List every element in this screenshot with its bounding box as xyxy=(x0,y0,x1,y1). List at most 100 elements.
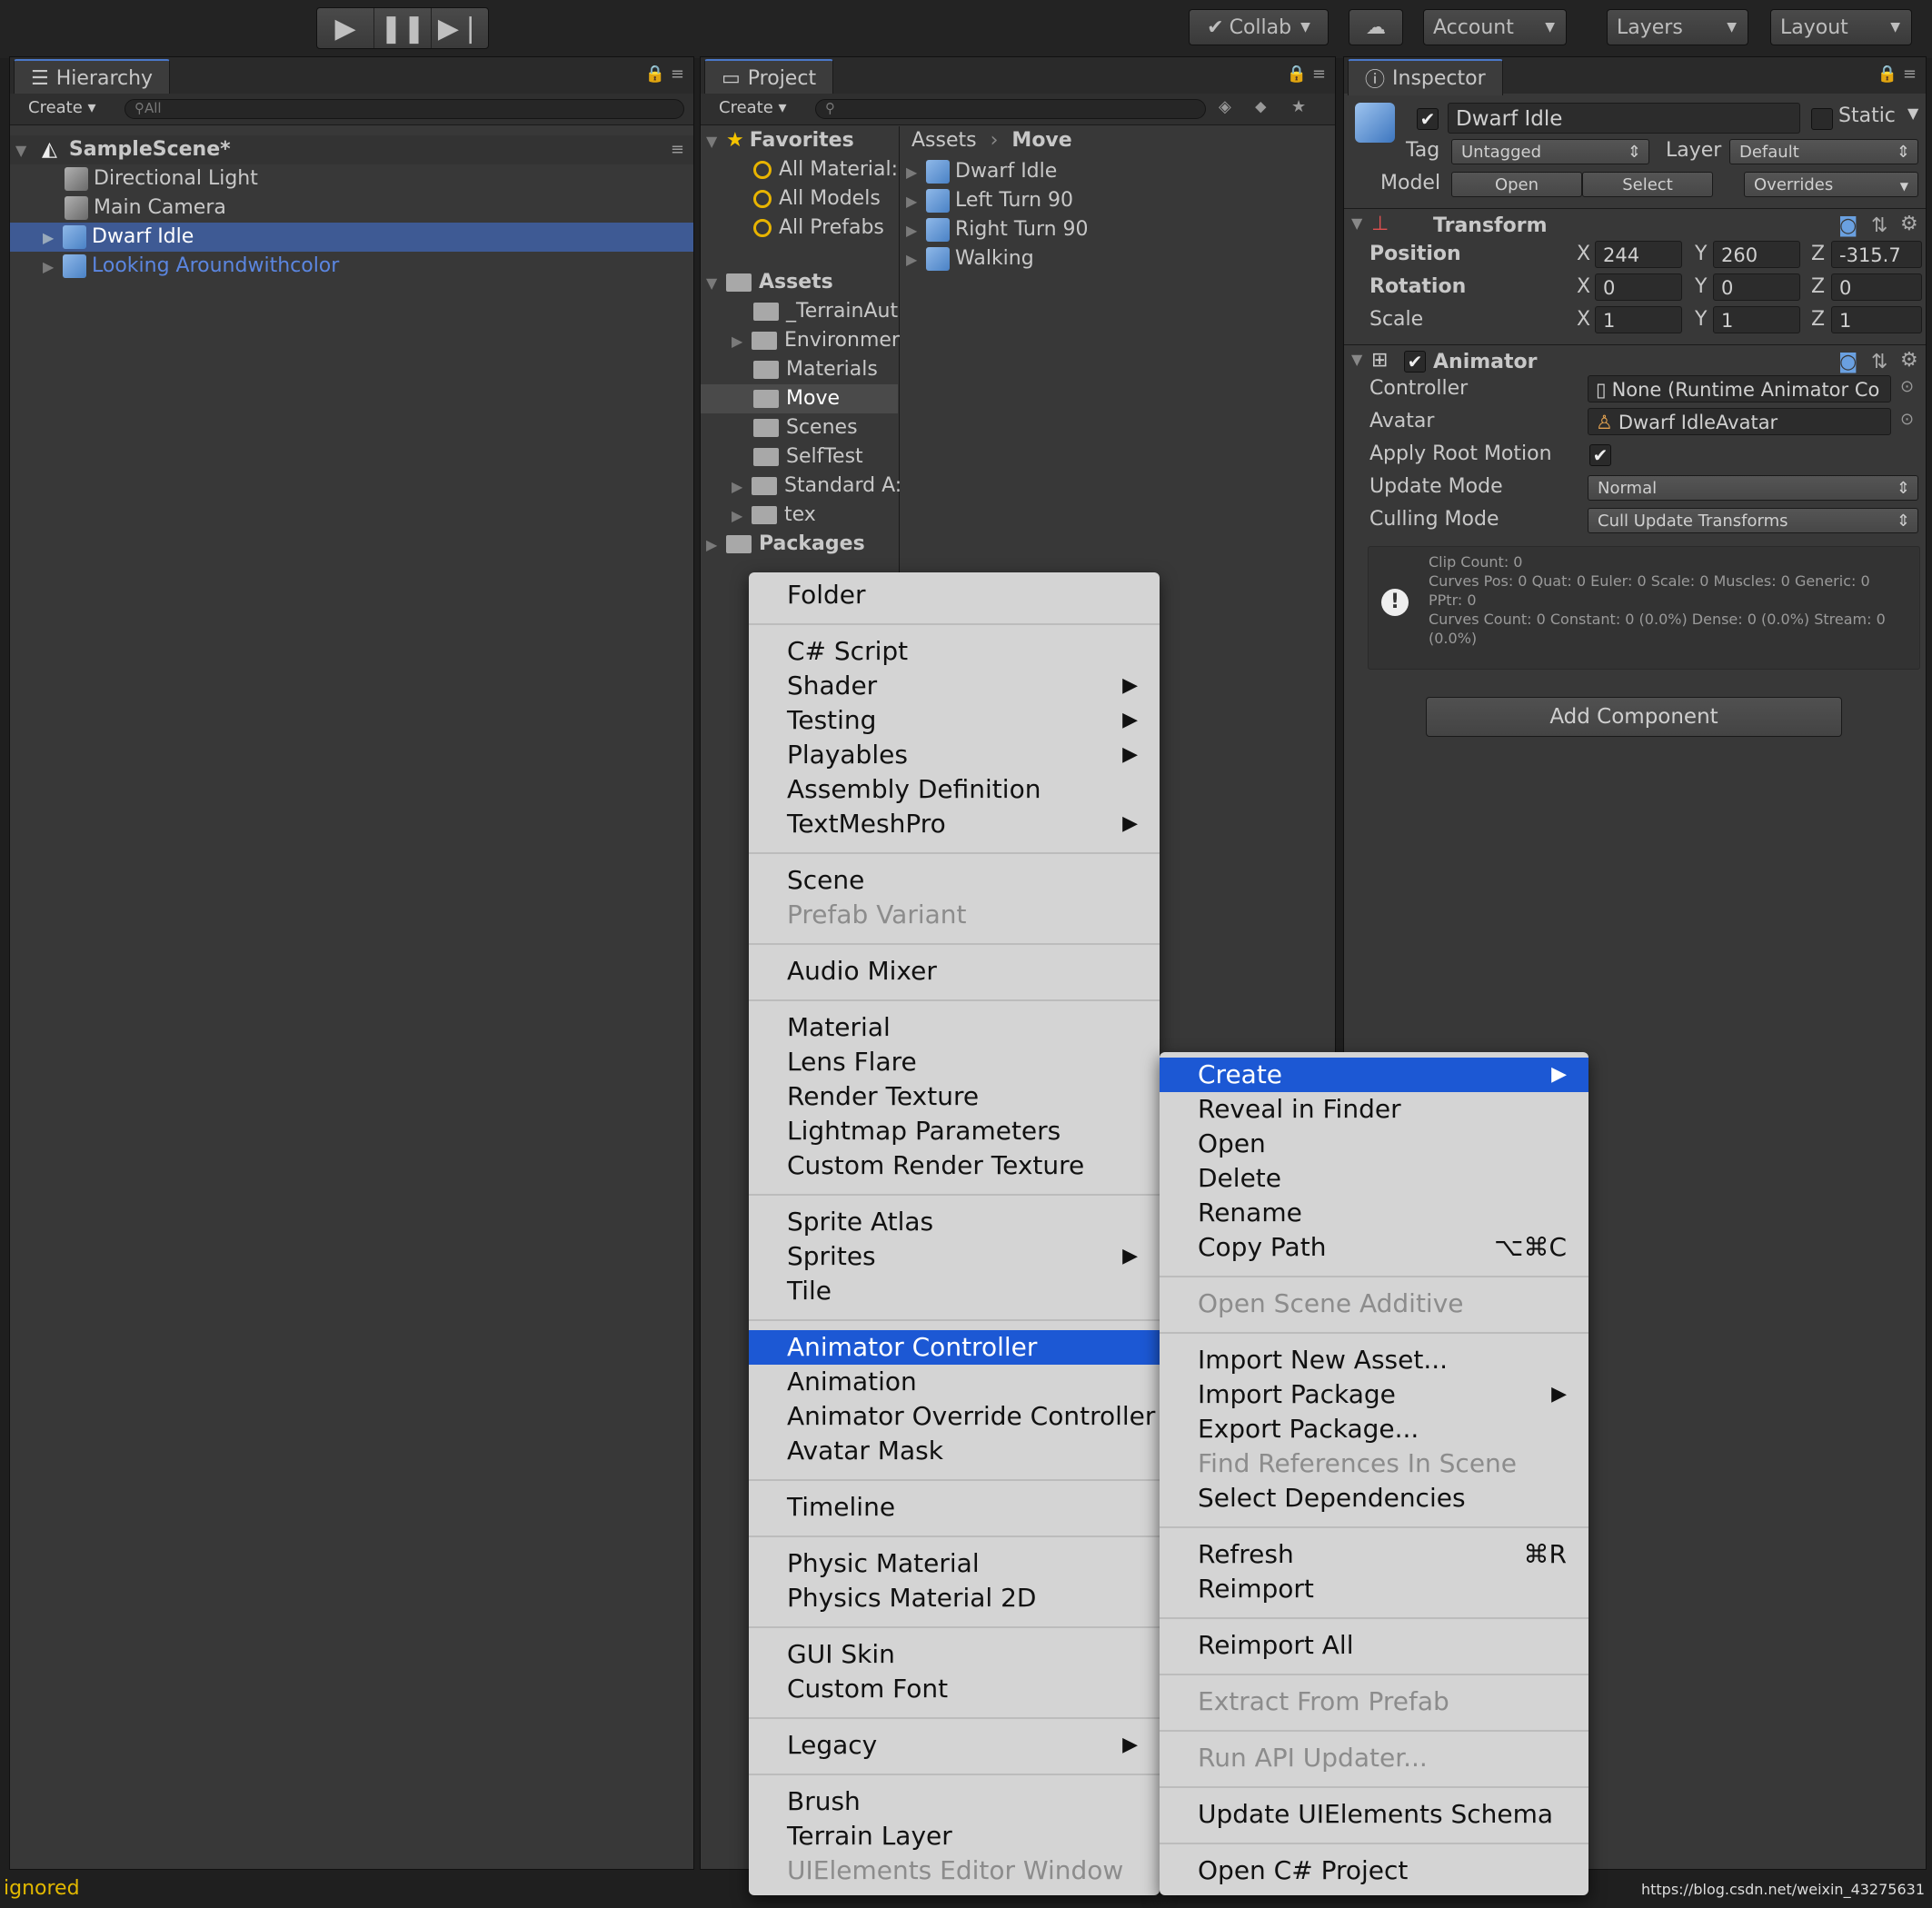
folder-item[interactable]: ▶ tex xyxy=(732,501,816,530)
account-dropdown[interactable]: Account ▼ xyxy=(1423,9,1567,45)
menu-item-sprite-atlas[interactable]: Sprite Atlas xyxy=(749,1205,1160,1239)
menu-item-testing[interactable]: Testing ▶ xyxy=(749,703,1160,738)
pause-icon[interactable]: ❚❚ xyxy=(374,8,432,48)
menu-item-rename[interactable]: Rename xyxy=(1160,1196,1588,1230)
collab-button[interactable]: ✔ Collab ▼ xyxy=(1189,9,1329,45)
update-mode-dropdown[interactable]: Normal ⇕ xyxy=(1588,475,1918,501)
controller-field[interactable]: ▯ None (Runtime Animator Co xyxy=(1588,375,1891,402)
menu-item-assembly-definition[interactable]: Assembly Definition xyxy=(749,772,1160,807)
menu-item-shader[interactable]: Shader ▶ xyxy=(749,669,1160,703)
panel-menu-icon[interactable]: 🔒 ≡ xyxy=(645,65,684,84)
menu-item-playables[interactable]: Playables ▶ xyxy=(749,738,1160,772)
folder-item[interactable]: _TerrainAut xyxy=(753,297,898,326)
overrides-dropdown[interactable]: Overrides ▼ xyxy=(1744,172,1918,197)
menu-item-audio-mixer[interactable]: Audio Mixer xyxy=(749,954,1160,989)
folder-item[interactable]: ▶ Standard A: xyxy=(732,472,901,501)
menu-item-delete[interactable]: Delete xyxy=(1160,1161,1588,1196)
static-checkbox[interactable] xyxy=(1811,108,1833,130)
transform-header[interactable]: ▼ ⊥ Transform ◙ ⇅ ⚙ xyxy=(1344,208,1926,243)
menu-item-create[interactable]: Create ▶ xyxy=(1160,1058,1588,1092)
expand-triangle-icon[interactable]: ▶ xyxy=(906,216,926,245)
folder-item[interactable]: Materials xyxy=(753,355,878,384)
menu-item-reimport[interactable]: Reimport xyxy=(1160,1572,1588,1606)
menu-item-reveal-in-finder[interactable]: Reveal in Finder xyxy=(1160,1092,1588,1127)
menu-item-select-dependencies[interactable]: Select Dependencies xyxy=(1160,1481,1588,1515)
tag-dropdown[interactable]: Untagged ⇕ xyxy=(1451,139,1649,164)
position-x-field[interactable]: 244 xyxy=(1595,241,1682,268)
expand-triangle-icon[interactable]: ▼ xyxy=(706,127,726,156)
object-picker-icon[interactable]: ⊙ xyxy=(1900,377,1914,396)
object-name-field[interactable]: Dwarf Idle xyxy=(1448,103,1800,134)
expand-triangle-icon[interactable]: ▼ xyxy=(15,136,35,165)
menu-item-reimport-all[interactable]: Reimport All xyxy=(1160,1628,1588,1663)
preset-icon[interactable]: ⇅ xyxy=(1871,214,1887,237)
position-z-field[interactable]: -315.7 xyxy=(1831,241,1922,268)
active-checkbox[interactable]: ✔ xyxy=(1417,108,1439,130)
panel-menu-icon[interactable]: 🔒 ≡ xyxy=(1877,65,1917,84)
tab-hierarchy[interactable]: ☰ Hierarchy xyxy=(14,59,171,95)
step-icon[interactable]: ▶❘ xyxy=(432,8,488,48)
menu-item-refresh[interactable]: Refresh ⌘R xyxy=(1160,1537,1588,1572)
culling-mode-dropdown[interactable]: Cull Update Transforms ⇕ xyxy=(1588,508,1918,533)
menu-item-import-new-asset[interactable]: Import New Asset... xyxy=(1160,1343,1588,1377)
help-icon[interactable]: ◙ xyxy=(1838,214,1857,237)
rotation-z-field[interactable]: 0 xyxy=(1831,273,1922,301)
hierarchy-item-selected[interactable]: ▶ Dwarf Idle xyxy=(10,223,693,252)
model-select-button[interactable]: Select xyxy=(1582,172,1713,197)
panel-menu-icon[interactable]: 🔒 ≡ xyxy=(1287,65,1326,84)
expand-triangle-icon[interactable]: ▶ xyxy=(906,245,926,274)
menu-item-open-csharp-project[interactable]: Open C# Project xyxy=(1160,1853,1588,1888)
favorite-item[interactable]: All Material: xyxy=(753,155,898,184)
folder-item-selected[interactable]: Move xyxy=(701,384,898,413)
expand-triangle-icon[interactable]: ▶ xyxy=(906,158,926,187)
apply-root-motion-checkbox[interactable]: ✔ xyxy=(1589,444,1611,466)
menu-item-avatar-mask[interactable]: Avatar Mask xyxy=(749,1434,1160,1468)
menu-item-animator-controller[interactable]: Animator Controller xyxy=(749,1330,1160,1365)
asset-item[interactable]: ▶ Right Turn 90 xyxy=(906,215,1089,244)
menu-item-terrain-layer[interactable]: Terrain Layer xyxy=(749,1819,1160,1853)
preset-icon[interactable]: ⇅ xyxy=(1871,351,1887,373)
folder-item[interactable]: SelfTest xyxy=(753,442,863,472)
expand-triangle-icon[interactable]: ▶ xyxy=(732,327,752,356)
menu-item-update-uielements-schema[interactable]: Update UIElements Schema xyxy=(1160,1797,1588,1832)
rotation-x-field[interactable]: 0 xyxy=(1595,273,1682,301)
menu-item-tile[interactable]: Tile xyxy=(749,1274,1160,1308)
layout-dropdown[interactable]: Layout ▼ xyxy=(1770,9,1912,45)
expand-triangle-icon[interactable]: ▼ xyxy=(1351,214,1362,232)
expand-triangle-icon[interactable]: ▶ xyxy=(706,531,726,560)
tab-project[interactable]: ▭ Project xyxy=(704,59,834,95)
menu-item-material[interactable]: Material xyxy=(749,1010,1160,1045)
menu-item-brush[interactable]: Brush xyxy=(749,1784,1160,1819)
breadcrumb-assets[interactable]: Assets xyxy=(911,129,977,152)
object-picker-icon[interactable]: ⊙ xyxy=(1900,410,1914,429)
menu-item-legacy[interactable]: Legacy ▶ xyxy=(749,1728,1160,1763)
menu-item-gui-skin[interactable]: GUI Skin xyxy=(749,1637,1160,1672)
menu-item-sprites[interactable]: Sprites ▶ xyxy=(749,1239,1160,1274)
add-component-button[interactable]: Add Component xyxy=(1426,697,1842,737)
menu-item-animator-override-controller[interactable]: Animator Override Controller xyxy=(749,1399,1160,1434)
hierarchy-search-input[interactable]: ⚲All xyxy=(124,99,684,119)
menu-item-custom-render-texture[interactable]: Custom Render Texture xyxy=(749,1148,1160,1183)
scale-x-field[interactable]: 1 xyxy=(1595,306,1682,333)
asset-item[interactable]: ▶ Dwarf Idle xyxy=(906,157,1057,186)
filter-type-icon[interactable]: ◈ xyxy=(1219,97,1231,116)
project-search-input[interactable]: ⚲ xyxy=(815,99,1206,119)
asset-item[interactable]: ▶ Walking xyxy=(906,244,1034,273)
menu-item-physics-material-2d[interactable]: Physics Material 2D xyxy=(749,1581,1160,1615)
scene-menu-icon[interactable]: ≡ xyxy=(671,135,684,164)
hierarchy-item[interactable]: ▶ Looking Aroundwithcolor xyxy=(10,252,339,281)
tab-inspector[interactable]: ⓘ Inspector xyxy=(1348,59,1503,95)
animator-enabled-checkbox[interactable]: ✔ xyxy=(1404,351,1426,373)
folder-item[interactable]: ▶ Environmer xyxy=(732,326,900,355)
hierarchy-item[interactable]: Directional Light xyxy=(65,164,258,194)
help-icon[interactable]: ◙ xyxy=(1838,351,1857,373)
avatar-field[interactable]: ♙ Dwarf IdleAvatar xyxy=(1588,408,1891,435)
play-icon[interactable]: ▶ xyxy=(317,8,374,48)
menu-item-copy-path[interactable]: Copy Path ⌥⌘C xyxy=(1160,1230,1588,1265)
expand-triangle-icon[interactable]: ▶ xyxy=(732,502,752,531)
scene-row[interactable]: ▼ ◭ SampleScene* ≡ xyxy=(10,135,693,164)
menu-item-custom-font[interactable]: Custom Font xyxy=(749,1672,1160,1706)
expand-triangle-icon[interactable]: ▶ xyxy=(43,224,63,253)
menu-item-textmeshpro[interactable]: TextMeshPro ▶ xyxy=(749,807,1160,841)
position-y-field[interactable]: 260 xyxy=(1713,241,1800,268)
